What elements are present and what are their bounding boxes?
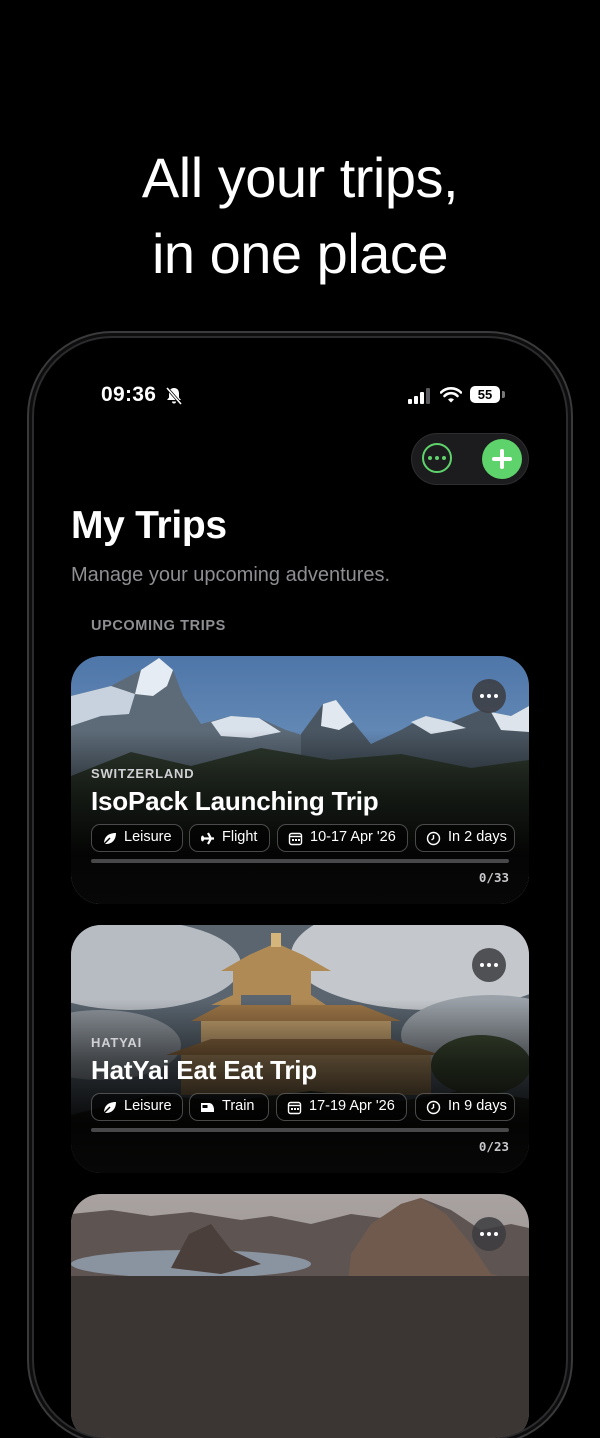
- transport-chip: Flight: [189, 824, 270, 852]
- promo-headline: All your trips, in one place: [0, 140, 600, 292]
- trip-country: SWITZERLAND: [91, 766, 195, 781]
- transport-chip: Train: [189, 1093, 269, 1121]
- status-time: 09:36: [101, 383, 157, 406]
- calendar-icon: [288, 832, 303, 846]
- trip-name: HatYai Eat Eat Trip: [91, 1055, 317, 1085]
- trip-options-button[interactable]: [472, 679, 506, 713]
- bell-slash-icon: [165, 387, 183, 405]
- clock-icon: [426, 831, 441, 846]
- battery-icon: [502, 391, 505, 398]
- airplane-icon: [201, 832, 214, 845]
- phone-side-button: [28, 596, 33, 666]
- phone-side-button: [567, 620, 572, 720]
- countdown-label: In 2 days: [448, 829, 507, 845]
- add-trip-button[interactable]: [482, 439, 522, 479]
- page-subtitle: Manage your upcoming adventures.: [71, 564, 391, 586]
- more-options-button[interactable]: [422, 443, 452, 473]
- leaf-icon: [102, 1102, 116, 1115]
- category-chip: Leisure: [91, 824, 183, 852]
- packing-progress-bar: [91, 1128, 509, 1132]
- packing-progress-count: 0/33: [478, 870, 509, 885]
- packing-progress-count: 0/23: [478, 1139, 509, 1154]
- trip-card[interactable]: [71, 1194, 529, 1438]
- clock-icon: [426, 1100, 441, 1115]
- trip-options-button[interactable]: [472, 1217, 506, 1251]
- countdown-chip: In 2 days: [415, 824, 515, 852]
- countdown-label: In 9 days: [448, 1098, 507, 1114]
- dates-chip: 10-17 Apr '26: [277, 824, 408, 852]
- status-bar: 09:36 55: [34, 378, 566, 414]
- leaf-icon: [102, 833, 116, 846]
- section-label: UPCOMING TRIPS: [91, 618, 226, 634]
- transport-label: Flight: [222, 829, 258, 845]
- battery-level: 55: [470, 386, 500, 403]
- trip-card[interactable]: HATYAI HatYai Eat Eat Trip Leisure Train…: [71, 925, 529, 1173]
- packing-progress-bar: [91, 859, 509, 863]
- countdown-chip: In 9 days: [415, 1093, 515, 1121]
- calendar-icon: [287, 1101, 302, 1115]
- trip-country: HATYAI: [91, 1035, 143, 1050]
- header-actions: [412, 434, 528, 484]
- phone-frame: 09:36 55 My Trips Manage your upcoming a…: [34, 338, 566, 1438]
- phone-side-button: [28, 528, 33, 568]
- wifi-icon: [440, 387, 462, 403]
- dates-label: 10-17 Apr '26: [310, 829, 396, 845]
- transport-label: Train: [222, 1098, 255, 1114]
- trip-card[interactable]: SWITZERLAND IsoPack Launching Trip Leisu…: [71, 656, 529, 904]
- category-label: Leisure: [124, 1098, 172, 1114]
- signal-icon: [408, 388, 430, 404]
- trip-options-button[interactable]: [472, 948, 506, 982]
- category-label: Leisure: [124, 829, 172, 845]
- page-title: My Trips: [71, 504, 227, 547]
- headline-line-1: All your trips,: [141, 146, 459, 209]
- train-icon: [201, 1103, 214, 1112]
- headline-line-2: in one place: [151, 222, 449, 285]
- dates-chip: 17-19 Apr '26: [276, 1093, 407, 1121]
- trip-cover-image: [71, 1194, 529, 1438]
- category-chip: Leisure: [91, 1093, 183, 1121]
- dates-label: 17-19 Apr '26: [309, 1098, 395, 1114]
- trip-name: IsoPack Launching Trip: [91, 786, 379, 816]
